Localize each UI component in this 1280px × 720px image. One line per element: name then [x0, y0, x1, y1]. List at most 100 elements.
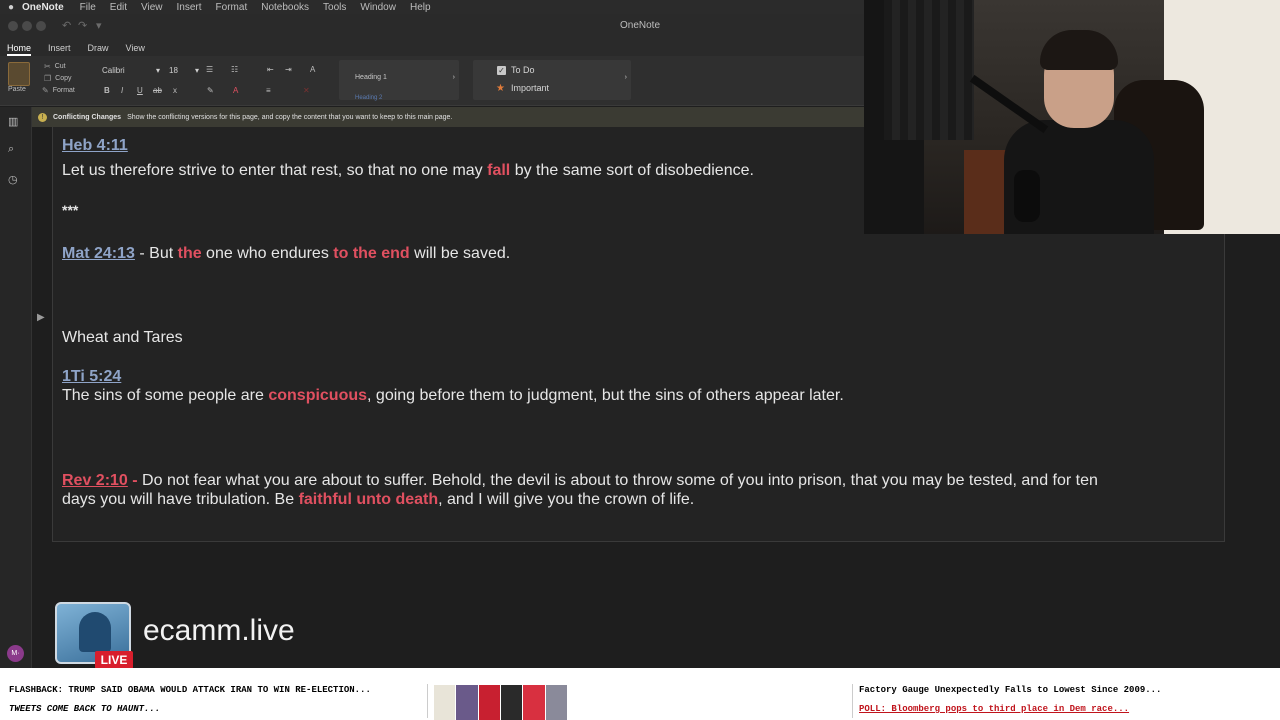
copy-button[interactable]: ❐ Copy: [44, 74, 72, 83]
menu-view[interactable]: View: [141, 2, 163, 13]
underline-button[interactable]: U: [137, 86, 143, 95]
ecamm-person-icon: [79, 612, 111, 652]
bullets-icon[interactable]: ☰: [206, 65, 213, 74]
brush-icon: ✎: [42, 86, 49, 95]
ticker-headline[interactable]: TWEETS COME BACK TO HAUNT...: [9, 704, 160, 714]
tim-ref-line: 1Ti 5:24: [62, 368, 121, 386]
subscript-button[interactable]: x: [173, 86, 177, 95]
heb-ref-link[interactable]: Heb 4:11: [62, 137, 128, 154]
copy-icon: ❐: [44, 74, 52, 83]
menu-bar: ● OneNote File Edit View Insert Format N…: [0, 0, 864, 14]
menu-help[interactable]: Help: [410, 2, 431, 13]
mat-text-part: will be saved.: [409, 245, 511, 262]
section-heading[interactable]: Wheat and Tares: [62, 329, 183, 347]
ticker-headline[interactable]: Factory Gauge Unexpectedly Falls to Lowe…: [859, 685, 1161, 695]
rev-line-2[interactable]: days you will have tribulation. Be faith…: [62, 491, 694, 509]
style-heading-2[interactable]: Heading 2: [355, 95, 382, 101]
live-badge: LIVE: [95, 651, 133, 669]
rev-text-part: , and I will give you the crown of life.: [438, 491, 695, 508]
menu-window[interactable]: Window: [360, 2, 396, 13]
font-size-select[interactable]: 18 ▾: [166, 63, 202, 77]
italic-button[interactable]: I: [121, 86, 123, 95]
heb-highlight: fall: [487, 162, 511, 179]
menu-format[interactable]: Format: [216, 2, 248, 13]
scissors-icon: ✂: [44, 62, 51, 71]
clear-format-icon[interactable]: A: [310, 65, 315, 74]
recent-icon[interactable]: ◷: [8, 173, 18, 186]
style-heading-1[interactable]: Heading 1: [355, 74, 387, 81]
chevron-down-icon: ▾: [194, 65, 199, 75]
chevron-right-icon[interactable]: ›: [453, 74, 455, 81]
menu-app-name[interactable]: OneNote: [22, 2, 64, 13]
heb-text-part: Let us therefore strive to enter that re…: [62, 162, 488, 179]
heb-text-line[interactable]: Let us therefore strive to enter that re…: [62, 162, 754, 180]
search-icon[interactable]: ⌕: [8, 143, 14, 156]
webcam-acoustic-panel: [884, 0, 974, 140]
menu-notebooks[interactable]: Notebooks: [261, 2, 309, 13]
menu-file[interactable]: File: [80, 2, 96, 13]
newspaper-cover: [545, 685, 567, 720]
conflict-info-bar[interactable]: ! Conflicting Changes Show the conflicti…: [32, 107, 864, 127]
styles-gallery[interactable]: Heading 1 Heading 2 ›: [339, 60, 459, 101]
align-icon[interactable]: ≡: [266, 86, 271, 95]
copy-label: Copy: [55, 75, 72, 82]
ticker-headline[interactable]: FLASHBACK: TRUMP SAID OBAMA WOULD ATTACK…: [9, 685, 371, 695]
tags-gallery[interactable]: ✓ To Do ★ Important ›: [473, 60, 631, 100]
numbering-icon[interactable]: ☷: [231, 65, 238, 74]
format-label: Format: [52, 87, 75, 94]
chevron-right-icon[interactable]: ›: [625, 74, 627, 81]
chevron-down-icon: ▾: [155, 65, 160, 75]
newspaper-cover: [434, 685, 456, 720]
apple-menu-icon[interactable]: ●: [0, 2, 22, 13]
tag-important[interactable]: Important: [511, 83, 549, 93]
mat-line[interactable]: Mat 24:13 - But the one who endures to t…: [62, 245, 510, 263]
tag-todo[interactable]: To Do: [511, 65, 535, 75]
menu-edit[interactable]: Edit: [110, 2, 127, 13]
rev-ref-link[interactable]: Rev 2:10: [62, 472, 128, 489]
tim-text-line[interactable]: The sins of some people are conspicuous,…: [62, 387, 844, 405]
tab-view[interactable]: View: [126, 43, 145, 56]
delete-icon[interactable]: ✕: [303, 86, 310, 95]
outdent-icon[interactable]: ⇤: [267, 65, 274, 74]
mat-highlight: the: [177, 245, 202, 262]
ribbon-tabs: Home Insert Draw View: [0, 38, 864, 56]
tab-home[interactable]: Home: [7, 43, 32, 56]
newspaper-covers[interactable]: [434, 685, 567, 720]
notebooks-icon[interactable]: ▥: [8, 115, 18, 128]
rev-line-1[interactable]: Rev 2:10 - Do not fear what you are abou…: [62, 472, 1098, 490]
strikethrough-button[interactable]: ab: [153, 86, 162, 95]
tim-text-part: The sins of some people are: [62, 387, 269, 404]
paste-label: Paste: [8, 86, 26, 93]
avatar[interactable]: M·: [7, 645, 24, 662]
mat-ref-link[interactable]: Mat 24:13: [62, 245, 135, 262]
heb-text-part: by the same sort of disobedience.: [510, 162, 754, 179]
indent-icon[interactable]: ⇥: [285, 65, 292, 74]
tim-ref-link[interactable]: 1Ti 5:24: [62, 368, 121, 385]
paste-button[interactable]: [8, 62, 30, 86]
rev-text-part: Do not fear what you are about to suffer…: [137, 472, 1098, 489]
ribbon: Paste ✂ Cut ❐ Copy ✎ Format Calibri ▾ 18 ▾ ☰ …: [0, 56, 864, 106]
ticker-divider: [852, 684, 853, 718]
webcam-person-hair: [1040, 30, 1118, 70]
tab-insert[interactable]: Insert: [48, 43, 71, 56]
format-painter-button[interactable]: ✎ Format: [42, 86, 75, 95]
mat-text-part: - But: [134, 245, 178, 262]
mat-highlight: to the end: [333, 245, 410, 262]
highlight-icon[interactable]: ✎: [207, 86, 214, 95]
bold-button[interactable]: B: [104, 86, 110, 95]
menu-tools[interactable]: Tools: [323, 2, 346, 13]
warning-icon: !: [38, 112, 47, 122]
font-name-select[interactable]: Calibri ▾: [99, 63, 163, 77]
conflict-message: Show the conflicting versions for this p…: [127, 113, 453, 121]
ticker-divider: [427, 684, 428, 718]
font-color-icon[interactable]: A: [233, 86, 238, 95]
rev-text-part: days you will have tribulation. Be: [62, 491, 299, 508]
ticker-headline[interactable]: POLL: Bloomberg pops to third place in D…: [859, 704, 1129, 714]
menu-insert[interactable]: Insert: [177, 2, 202, 13]
paragraph-handle-icon[interactable]: ▶: [37, 312, 45, 323]
cut-button[interactable]: ✂ Cut: [44, 62, 66, 71]
tab-draw[interactable]: Draw: [88, 43, 109, 56]
ecamm-brand-text: ecamm.live: [143, 614, 295, 647]
star-icon: ★: [496, 83, 505, 94]
newspaper-cover: [523, 685, 545, 720]
